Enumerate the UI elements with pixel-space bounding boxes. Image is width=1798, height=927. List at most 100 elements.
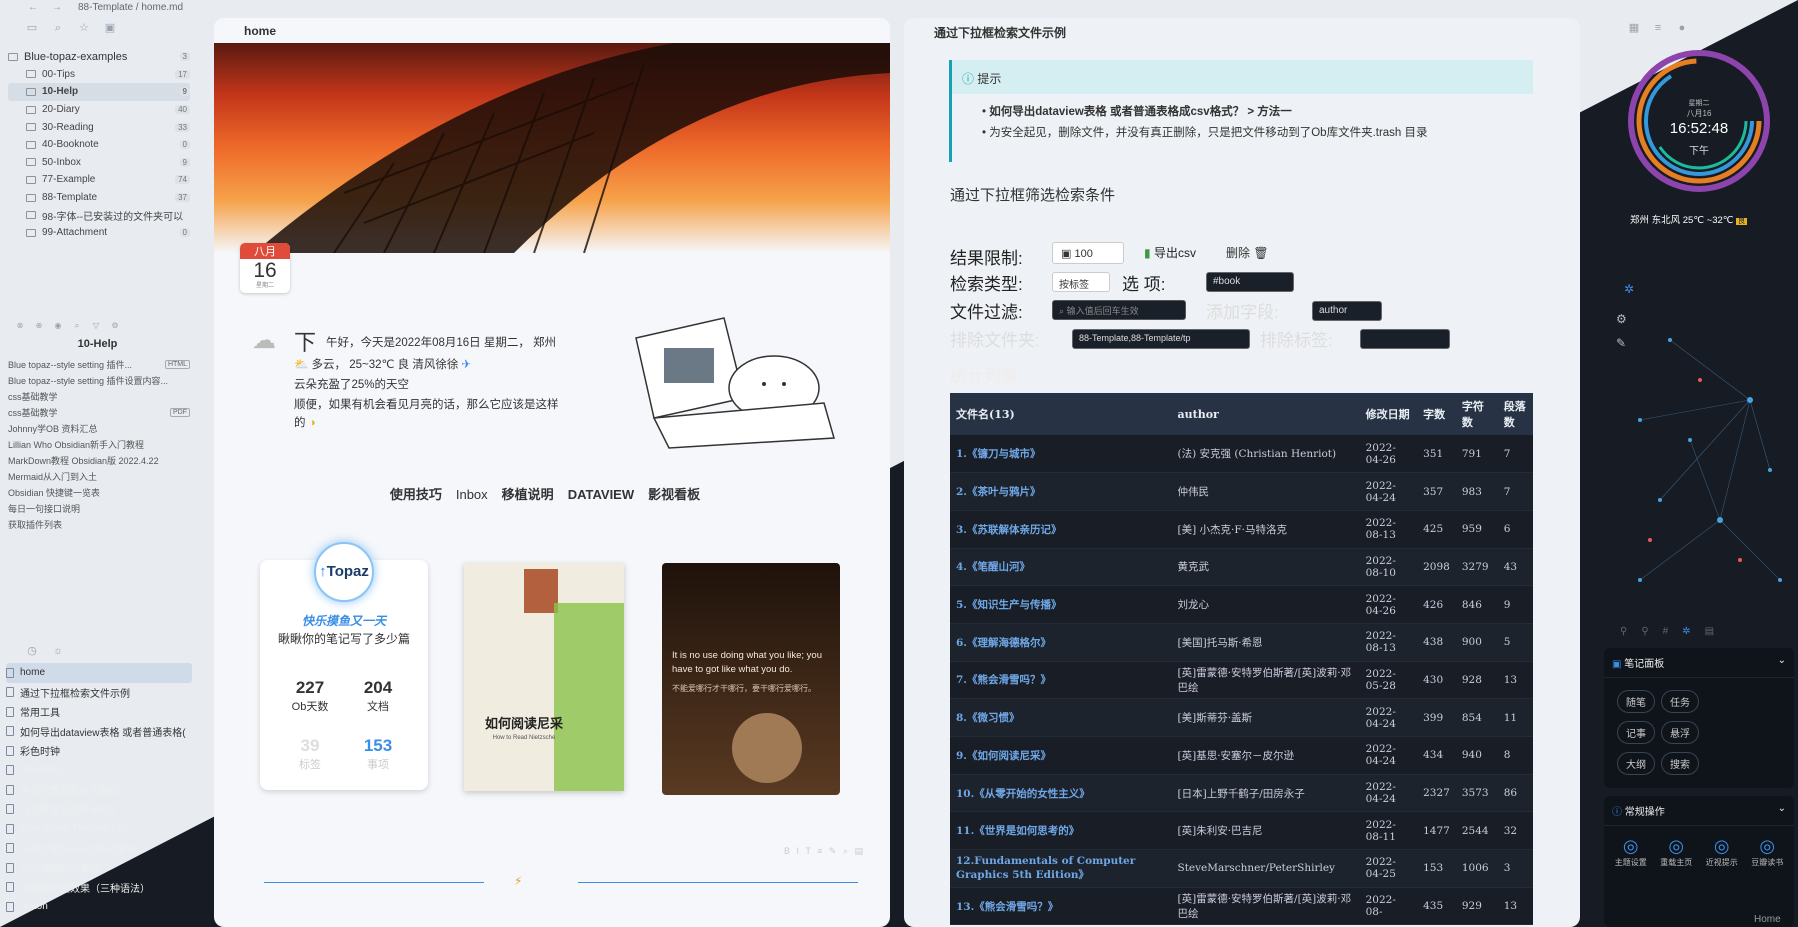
table-cell[interactable]: 1.《镰刀与城市》 bbox=[950, 435, 1172, 474]
folder-item[interactable]: 40-Booknote 0 bbox=[8, 136, 190, 154]
table-cell[interactable]: 9.《如何阅读尼采》 bbox=[950, 736, 1172, 775]
table-row[interactable]: 7.《熊会滑雪吗？》 [英]雷蒙德·安特罗伯斯著/[英]波莉·邓巴绘 2022-05… bbox=[950, 661, 1533, 700]
recent-file-item[interactable]: 每日一句接口说明 bbox=[8, 500, 190, 516]
recent-file-item[interactable]: Mermaid从入门到入土 bbox=[8, 468, 190, 484]
folder-item[interactable]: 77-Example 74 bbox=[8, 171, 190, 189]
file-item[interactable]: 通过下拉框检索文件示例 bbox=[6, 683, 192, 703]
note-panel-button[interactable]: 记事 bbox=[1617, 721, 1655, 744]
table-row[interactable]: 13.《熊会滑雪吗？》 [英]雷蒙德·安特罗伯斯著/[英]波莉·邓巴绘 2022-0… bbox=[950, 887, 1533, 926]
op-button[interactable]: ◎ 重载主页 bbox=[1660, 836, 1692, 868]
limit-input[interactable]: ▣ 100 bbox=[1052, 242, 1124, 264]
recent-file-item[interactable]: 获取插件列表 bbox=[8, 516, 190, 532]
file-item[interactable]: button bbox=[6, 897, 192, 917]
file-item[interactable]: 可以编辑的dv表格 bbox=[6, 858, 192, 878]
folder-item[interactable]: 00-Tips 17 bbox=[8, 66, 190, 84]
search-icon[interactable]: ⌕ bbox=[52, 22, 64, 34]
table-row[interactable]: 4.《笔醒山河》 黄克武 2022-08-10 2098 3279 43 bbox=[950, 548, 1533, 587]
table-cell[interactable]: 5.《知识生产与传播》 bbox=[950, 585, 1172, 624]
recent-file-item[interactable]: MarkDown教程 Obsidian版 2022.4.22 bbox=[8, 452, 190, 468]
star-icon[interactable]: ☆ bbox=[78, 22, 90, 34]
exclude-tag-input[interactable] bbox=[1360, 329, 1450, 349]
table-cell[interactable]: 4.《笔醒山河》 bbox=[950, 548, 1172, 587]
table-cell[interactable]: 10.《从零开始的女性主义》 bbox=[950, 774, 1172, 813]
ops-panel-header[interactable]: ⓘ 常规操作 ⌄ bbox=[1604, 796, 1794, 826]
nav-link[interactable]: 使用技巧 bbox=[390, 487, 442, 502]
graph-view[interactable] bbox=[1600, 320, 1798, 630]
op-button[interactable]: ◎ 豆瓣读书 bbox=[1751, 836, 1783, 868]
recent-file-item[interactable]: css基础教学 bbox=[8, 388, 190, 404]
op-button[interactable]: ◎ 近视提示 bbox=[1706, 836, 1738, 868]
hash-icon[interactable]: # bbox=[1663, 626, 1669, 637]
recent-file-item[interactable]: Blue topaz--style setting 插件... HTML bbox=[8, 356, 190, 372]
graph-icon[interactable]: ✲ bbox=[1624, 282, 1634, 296]
note-panel-button[interactable]: 大纲 bbox=[1617, 752, 1655, 775]
file-item[interactable]: 涂黑和挖空效果（三种语法） bbox=[6, 878, 192, 898]
sun-icon[interactable]: ☼ bbox=[52, 645, 64, 657]
target-icon[interactable]: ⊕ bbox=[33, 320, 45, 332]
notes-panel-header[interactable]: ▣ 笔记面板 ⌄ bbox=[1604, 648, 1794, 678]
file-item[interactable]: ob提示框(callout)样式展示 bbox=[6, 839, 192, 859]
add-field-input[interactable]: author bbox=[1312, 301, 1382, 321]
filter-icon[interactable]: ▽ bbox=[90, 320, 102, 332]
folder-item[interactable]: 20-Diary 40 bbox=[8, 101, 190, 119]
table-row[interactable]: 9.《如何阅读尼采》 [英]基思·安塞尔－皮尔逊 2022-04-24 434 940 8 bbox=[950, 736, 1533, 775]
recent-file-item[interactable]: Lillian Who Obsidian新手入门教程 bbox=[8, 436, 190, 452]
file-item[interactable]: Blue Topaz Themes Tips bbox=[6, 819, 192, 839]
recent-file-item[interactable]: Obsidian 快捷键一览表 bbox=[8, 484, 190, 500]
folder-item[interactable]: 50-Inbox 9 bbox=[8, 154, 190, 172]
table-cell[interactable]: 11.《世界是如何思考的》 bbox=[950, 811, 1172, 851]
doc-icon[interactable]: ▤ bbox=[1705, 626, 1714, 637]
table-cell[interactable]: 13.《熊会滑雪吗？》 bbox=[950, 887, 1172, 926]
settings-icon[interactable]: ⚙ bbox=[109, 320, 121, 332]
table-cell[interactable]: 12.Fundamentals of Computer Graphics 5th… bbox=[950, 849, 1172, 888]
type-select[interactable]: 按标签 bbox=[1052, 272, 1110, 292]
file-item[interactable]: README bbox=[6, 761, 192, 781]
table-cell[interactable]: 3.《苏联解体亲历记》 bbox=[950, 510, 1172, 549]
folder-item[interactable]: 98-字体--已安装过的文件夹可以 bbox=[8, 206, 190, 224]
chevron-down-icon[interactable]: ⌄ bbox=[1778, 803, 1786, 814]
book-cover[interactable]: 如何阅读尼采 How to Read Nietzsche bbox=[464, 563, 624, 791]
chevron-down-icon[interactable]: ⌄ bbox=[1778, 655, 1786, 666]
editor-toolbar[interactable]: B I T ≡ ✎ ⌕ ▤ bbox=[784, 846, 884, 857]
callout-link[interactable]: 如何导出dataview表格 或者普通表格成csv格式？ > 方法一 bbox=[989, 106, 1292, 118]
file-item[interactable]: 如何导出dataview表格 或者普通表格( bbox=[6, 722, 192, 742]
option-select[interactable]: #book bbox=[1206, 272, 1294, 292]
table-header-5[interactable]: 段落数 bbox=[1497, 393, 1533, 435]
table-row[interactable]: 8.《微习惯》 [美]斯蒂芬·盖斯 2022-04-24 399 854 11 bbox=[950, 698, 1533, 737]
table-cell[interactable]: 6.《理解海德格尔》 bbox=[950, 623, 1172, 662]
recent-file-item[interactable]: css基础教学 PDF bbox=[8, 404, 190, 420]
delete-button[interactable]: 删除 🗑 bbox=[1226, 244, 1269, 261]
file-item[interactable]: 各类列表和彩虹大纲线 bbox=[6, 780, 192, 800]
search-icon[interactable]: ⌕ bbox=[71, 320, 83, 332]
file-item[interactable]: 彩色时钟 bbox=[6, 741, 192, 761]
table-header-1[interactable]: author bbox=[1171, 393, 1360, 435]
file-filter-input[interactable]: ⌕ 输入值后回车生效 bbox=[1052, 300, 1186, 320]
calendar-icon[interactable]: ▦ bbox=[1628, 22, 1640, 34]
folder-item[interactable]: 88-Template 37 bbox=[8, 189, 190, 207]
clock-icon[interactable]: ◷ bbox=[26, 645, 38, 657]
tool-icon[interactable]: ⚲ bbox=[1620, 626, 1627, 637]
quote-card[interactable]: It is no use doing what you like; you ha… bbox=[662, 563, 840, 795]
note-panel-button[interactable]: 随笔 bbox=[1617, 690, 1655, 713]
table-row[interactable]: 1.《镰刀与城市》 (法) 安克强 (Christian Henriot) 2022… bbox=[950, 435, 1533, 474]
table-row[interactable]: 12.Fundamentals of Computer Graphics 5th… bbox=[950, 849, 1533, 888]
folder-item[interactable]: 10-Help 9 bbox=[8, 83, 190, 101]
table-row[interactable]: 10.《从零开始的女性主义》 [日本]上野千鹤子/田房永子 2022-04-24 23… bbox=[950, 774, 1533, 813]
table-row[interactable]: 2.《茶叶与鸦片》 仲伟民 2022-04-24 357 983 7 bbox=[950, 472, 1533, 511]
list-icon[interactable]: ≡ bbox=[1652, 22, 1664, 34]
eye-icon[interactable]: ◉ bbox=[52, 320, 64, 332]
note-panel-button[interactable]: 悬浮 bbox=[1661, 721, 1699, 744]
table-cell[interactable]: 8.《微习惯》 bbox=[950, 698, 1172, 737]
tool-icon[interactable]: ⚲ bbox=[1641, 626, 1648, 637]
exclude-folder-input[interactable]: 88-Template,88-Template/tp bbox=[1072, 329, 1250, 349]
nav-link[interactable]: 移植说明 bbox=[502, 487, 554, 502]
callout-item[interactable]: • 如何导出dataview表格 或者普通表格成csv格式？ > 方法一 bbox=[982, 102, 1503, 123]
table-row[interactable]: 5.《知识生产与传播》 刘龙心 2022-04-26 426 846 9 bbox=[950, 585, 1533, 624]
table-header-3[interactable]: 字数 bbox=[1417, 393, 1456, 435]
recent-file-item[interactable]: Johnny学OB 资料汇总 bbox=[8, 420, 190, 436]
export-csv-button[interactable]: ▮ 导出csv bbox=[1144, 244, 1196, 261]
table-header-4[interactable]: 字符数 bbox=[1455, 393, 1498, 435]
nav-link[interactable]: 影视看板 bbox=[648, 487, 700, 502]
folder-item[interactable]: 30-Reading 33 bbox=[8, 118, 190, 136]
circle-icon[interactable]: ● bbox=[1676, 22, 1688, 34]
